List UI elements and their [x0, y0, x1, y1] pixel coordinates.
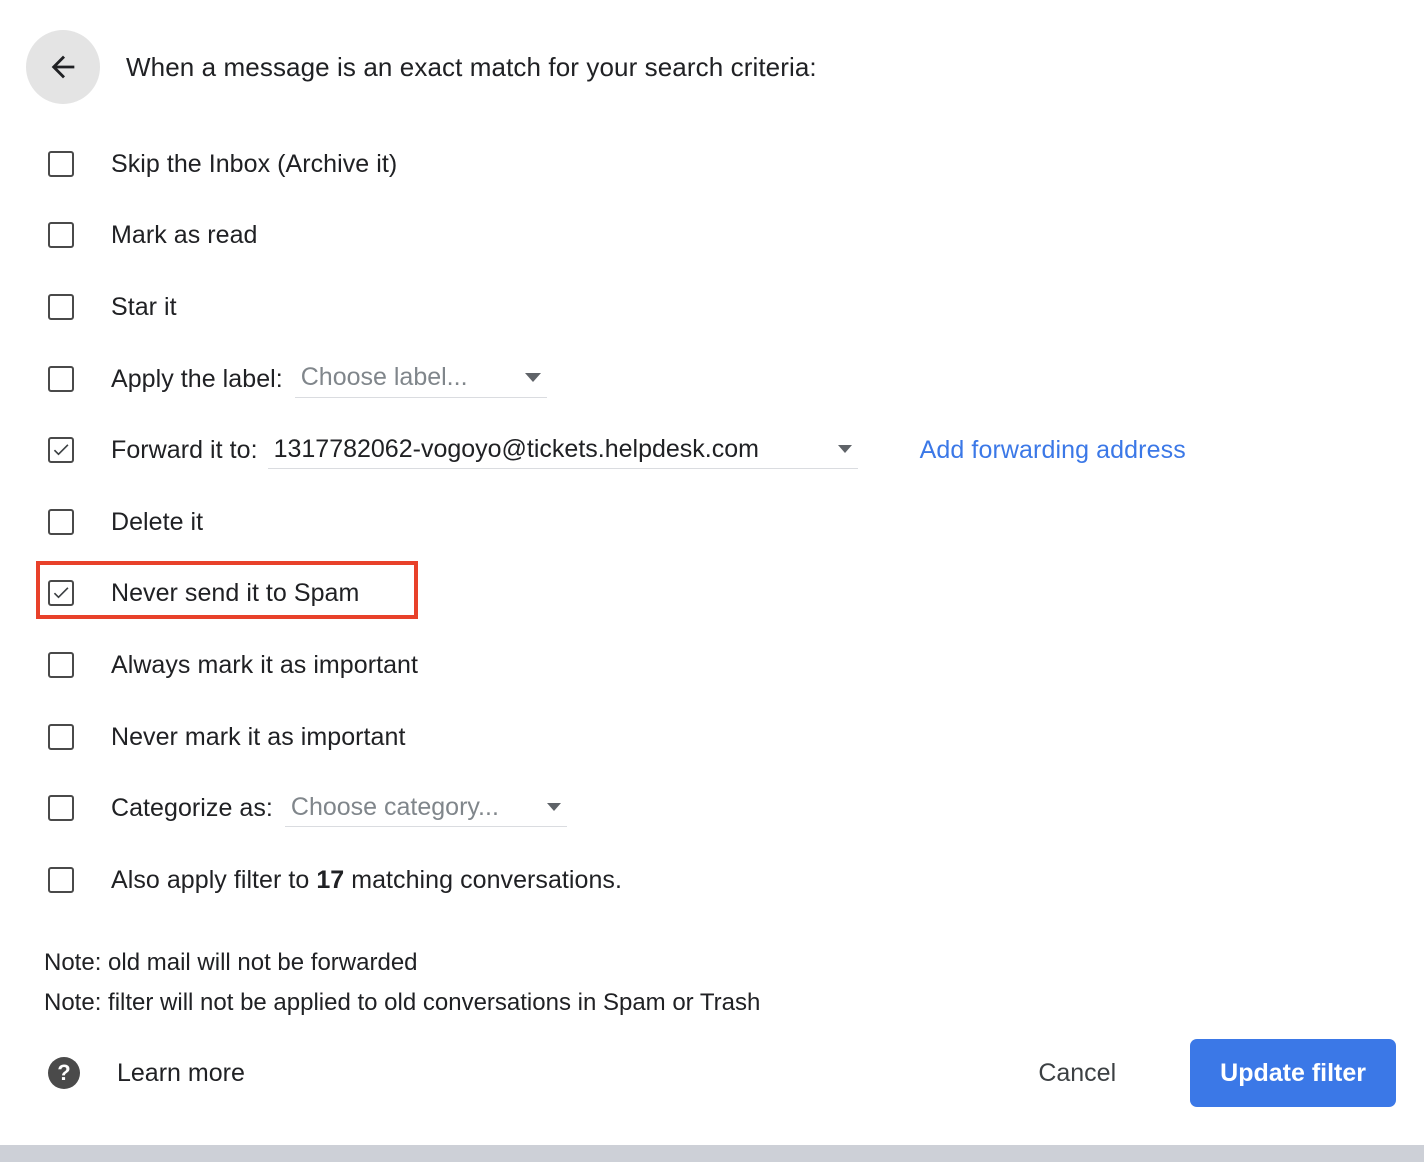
checkbox-never-important[interactable]	[48, 723, 74, 750]
chevron-down-icon	[546, 802, 561, 811]
category-dropdown-value: Choose category...	[290, 792, 499, 821]
option-row-apply-label[interactable]: Apply the label: Choose label...	[0, 343, 1424, 415]
option-label-apply-to-matching: Also apply filter to 17 matching convers…	[111, 865, 622, 895]
option-row-never-spam[interactable]: Never send it to Spam	[0, 558, 1424, 630]
option-row-always-important[interactable]: Always mark it as important	[0, 629, 1424, 701]
bottom-bar	[0, 1145, 1424, 1162]
option-row-forward-to[interactable]: Forward it to: 1317782062-vogoyo@tickets…	[0, 414, 1424, 486]
add-forwarding-address-link[interactable]: Add forwarding address	[920, 435, 1186, 465]
checkbox-apply-to-matching[interactable]	[48, 866, 74, 893]
option-row-mark-as-read[interactable]: Mark as read	[0, 200, 1424, 272]
forwarding-address-value: 1317782062-vogoyo@tickets.helpdesk.com	[273, 434, 759, 463]
learn-more-group[interactable]: ? Learn more	[48, 1057, 245, 1089]
back-button[interactable]	[26, 30, 100, 104]
label-dropdown[interactable]: Choose label...	[294, 360, 547, 398]
option-label-delete-it: Delete it	[111, 507, 204, 536]
checkbox-apply-label[interactable]	[48, 365, 74, 392]
dialog-header: When a message is an exact match for you…	[0, 28, 1424, 106]
matching-text-suffix: matching conversations.	[344, 865, 622, 894]
option-row-delete-it[interactable]: Delete it	[0, 486, 1424, 558]
option-label-never-important: Never mark it as important	[111, 722, 406, 751]
option-label-always-important: Always mark it as important	[111, 650, 418, 679]
option-label-categorize-as: Categorize as:	[111, 794, 273, 823]
note-old-mail: Note: old mail will not be forwarded	[44, 949, 418, 976]
page-title: When a message is an exact match for you…	[126, 52, 817, 82]
checkbox-never-spam[interactable]	[48, 580, 74, 607]
chevron-down-icon	[524, 372, 541, 382]
forwarding-address-dropdown[interactable]: 1317782062-vogoyo@tickets.helpdesk.com	[267, 431, 858, 470]
option-label-star-it: Star it	[111, 292, 177, 321]
cancel-button[interactable]: Cancel	[1020, 1049, 1134, 1098]
option-row-never-important[interactable]: Never mark it as important	[0, 701, 1424, 773]
checkbox-skip-inbox[interactable]	[48, 150, 74, 177]
notes-block: Note: old mail will not be forwarded Not…	[44, 943, 760, 1023]
option-label-mark-as-read: Mark as read	[111, 221, 258, 250]
option-label-skip-inbox: Skip the Inbox (Archive it)	[111, 149, 398, 178]
arrow-left-icon	[46, 50, 80, 84]
label-dropdown-value: Choose label...	[300, 363, 468, 392]
chevron-down-icon	[837, 444, 852, 453]
option-row-categorize-as[interactable]: Categorize as: Choose category...	[0, 772, 1424, 844]
checkbox-mark-as-read[interactable]	[48, 222, 74, 249]
matching-count: 17	[316, 865, 345, 894]
checkbox-delete-it[interactable]	[48, 508, 74, 535]
matching-text-prefix: Also apply filter to	[111, 865, 317, 894]
option-row-apply-to-matching[interactable]: Also apply filter to 17 matching convers…	[0, 844, 1424, 916]
option-label-apply-label: Apply the label:	[111, 364, 283, 393]
option-label-never-spam: Never send it to Spam	[111, 579, 360, 608]
update-filter-button[interactable]: Update filter	[1190, 1039, 1396, 1107]
help-question-icon[interactable]: ?	[48, 1057, 80, 1089]
option-label-forward-to: Forward it to:	[111, 436, 258, 465]
checkbox-categorize-as[interactable]	[48, 795, 74, 822]
checkbox-always-important[interactable]	[48, 651, 74, 678]
filter-action-list: Skip the Inbox (Archive it) Mark as read…	[0, 128, 1424, 916]
option-row-skip-inbox[interactable]: Skip the Inbox (Archive it)	[0, 128, 1424, 200]
checkbox-forward-to[interactable]	[48, 437, 74, 464]
category-dropdown[interactable]: Choose category...	[284, 789, 567, 828]
learn-more-link[interactable]: Learn more	[117, 1059, 245, 1088]
footer-actions: Cancel Update filter	[1020, 1039, 1396, 1107]
note-spam-trash: Note: filter will not be applied to old …	[44, 989, 761, 1016]
filter-actions-dialog: When a message is an exact match for you…	[0, 0, 1424, 1145]
option-row-star-it[interactable]: Star it	[0, 271, 1424, 343]
checkbox-star-it[interactable]	[48, 293, 74, 320]
dialog-footer: ? Learn more Cancel Update filter	[0, 1036, 1424, 1110]
